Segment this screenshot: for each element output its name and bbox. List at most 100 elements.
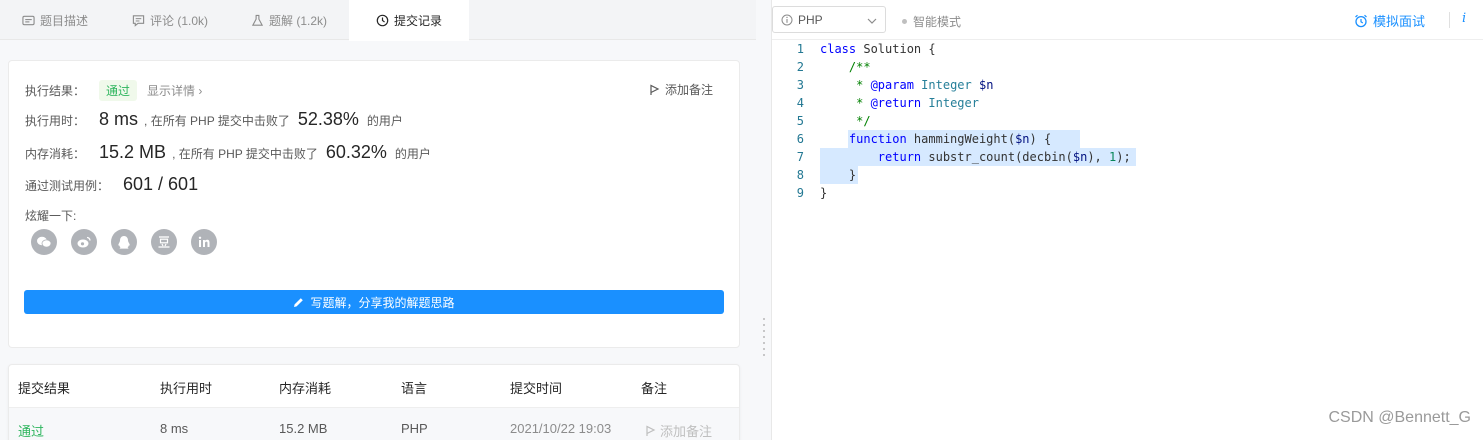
tab-description[interactable]: 题目描述 [0,0,110,40]
column-header: 提交时间 [510,381,563,396]
tab-label: 提交记录 [393,14,442,28]
tab-bar: 题目描述 评论 (1.0k) 题解 (1.2k) 提交记录 [0,0,756,41]
douban-icon[interactable] [151,229,177,255]
runtime-label: 执行用时： [25,114,86,128]
chevron-down-icon [867,13,877,27]
code-text: /** [820,60,871,74]
info-circle-icon [781,14,793,25]
linkedin-icon[interactable] [191,229,217,255]
weibo-icon[interactable] [71,229,97,255]
code-text: * @return Integer [820,96,979,110]
line-number: 8 [796,168,804,182]
pencil-icon [294,297,304,307]
smart-mode-label: 智能模式 [913,15,962,29]
row-add-note-button[interactable]: 添加备注 [645,421,712,440]
line-number: 6 [796,132,804,146]
testcases-label: 通过测试用例： [25,179,110,193]
show-details-link[interactable]: 显示详情 › [147,82,202,99]
write-solution-button[interactable]: 写题解，分享我的解题思路 [24,290,724,314]
flask-icon [251,14,264,26]
code-text: function hammingWeight($n) { [848,132,1052,146]
write-solution-label: 写题解，分享我的解题思路 [310,295,455,310]
memory-value: 15.2 MB [99,142,167,162]
status-label: 执行结果： [25,84,86,98]
add-note-button[interactable]: 添加备注 [649,81,713,98]
status-row: 执行结果： 通过 显示详情 › [25,80,202,101]
column-header: 备注 [641,381,668,396]
code-line: 9 } [772,184,1483,202]
testcases-row: 通过测试用例： 601 / 601 [25,174,204,195]
submissions-table: 提交结果 执行用时 内存消耗 语言 提交时间 备注 通过 8 ms 15.2 M… [8,364,740,440]
language-select[interactable]: PHP [772,6,886,33]
language-value: PHP [798,12,823,27]
runtime-suffix: 的用户 [366,114,403,128]
row-submit-time: 2021/10/22 19:03 [510,421,612,436]
column-header: 提交结果 [18,381,71,396]
alarm-clock-icon [1355,14,1367,27]
code-editor[interactable]: 1 class Solution { 2 /** 3 * @param Inte… [772,40,1483,440]
divider [1449,12,1450,28]
code-text: */ [820,114,871,128]
smart-mode-toggle[interactable]: 智能模式 [902,13,961,30]
mock-interview-button[interactable]: 模拟面试 [1354,11,1425,30]
code-text: } [820,186,828,200]
line-number: 4 [796,96,804,110]
code-line: 2 /** [772,58,1483,76]
row-add-note-label: 添加备注 [660,424,713,439]
testcases-value: 601 / 601 [123,174,199,194]
line-number: 1 [796,42,804,56]
flag-icon [646,425,656,436]
code-text: return substr_count(decbin($n), 1); [877,150,1131,164]
editor-toolbar: PHP 智能模式 模拟面试 i [772,0,1483,40]
wechat-icon[interactable] [31,229,57,255]
add-note-label: 添加备注 [664,83,713,97]
code-line: 3 * @param Integer $n [772,76,1483,94]
code-line: 1 class Solution { [772,40,1483,58]
runtime-value: 8 ms [99,109,139,129]
tab-label: 评论 (1.0k) [149,13,208,28]
code-text: } [820,168,857,182]
line-number: 5 [796,114,804,128]
line-number: 9 [796,186,804,200]
code-text: * @param Integer $n [820,78,994,92]
column-header: 内存消耗 [279,381,332,396]
line-number: 2 [796,60,804,74]
line-number: 7 [796,150,804,164]
share-row: 炫耀一下: [25,207,76,224]
tab-solutions[interactable]: 题解 (1.2k) [230,0,348,40]
row-status-link[interactable]: 通过 [18,421,44,440]
tab-comments[interactable]: 评论 (1.0k) [110,0,230,40]
memory-label: 内存消耗： [25,147,86,161]
qq-icon[interactable] [111,229,137,255]
code-line: 7 return substr_count(decbin($n), 1); [772,148,1483,166]
mock-interview-label: 模拟面试 [1373,14,1426,29]
watermark: CSDN @Bennett_G [1328,409,1471,426]
result-card: 执行结果： 通过 显示详情 › 添加备注 执行用时： 8 ms , 在所有 PH… [8,60,740,348]
share-icons [31,229,217,255]
table-row[interactable] [9,408,739,440]
info-button[interactable]: i [1462,11,1466,26]
tab-submissions[interactable]: 提交记录 [349,0,469,41]
status-dot-icon [902,19,907,24]
code-line: 8 } [772,166,1483,184]
runtime-row: 执行用时： 8 ms , 在所有 PHP 提交中击败了 52.38% 的用户 [25,109,403,130]
tab-label: 题目描述 [39,13,88,28]
drag-handle-icon [763,318,765,360]
flag-icon [650,84,660,95]
description-icon [22,15,35,25]
left-pane: 题目描述 评论 (1.0k) 题解 (1.2k) 提交记录 执行结果： 通过 显… [0,0,756,440]
row-memory: 15.2 MB [279,421,328,436]
row-language: PHP [401,421,428,436]
column-header: 执行用时 [160,381,213,396]
runtime-percent: 52.38% [297,109,359,129]
share-label: 炫耀一下: [25,209,77,223]
code-text: class Solution { [820,42,936,56]
pane-resizer[interactable] [756,0,772,440]
line-number: 3 [796,78,804,92]
runtime-prefix: , 在所有 PHP 提交中击败了 [144,114,290,128]
status-badge: 通过 [99,80,138,101]
clock-icon [376,14,389,27]
memory-suffix: 的用户 [394,147,431,161]
code-line: 5 */ [772,112,1483,130]
tab-label: 题解 (1.2k) [268,13,327,28]
